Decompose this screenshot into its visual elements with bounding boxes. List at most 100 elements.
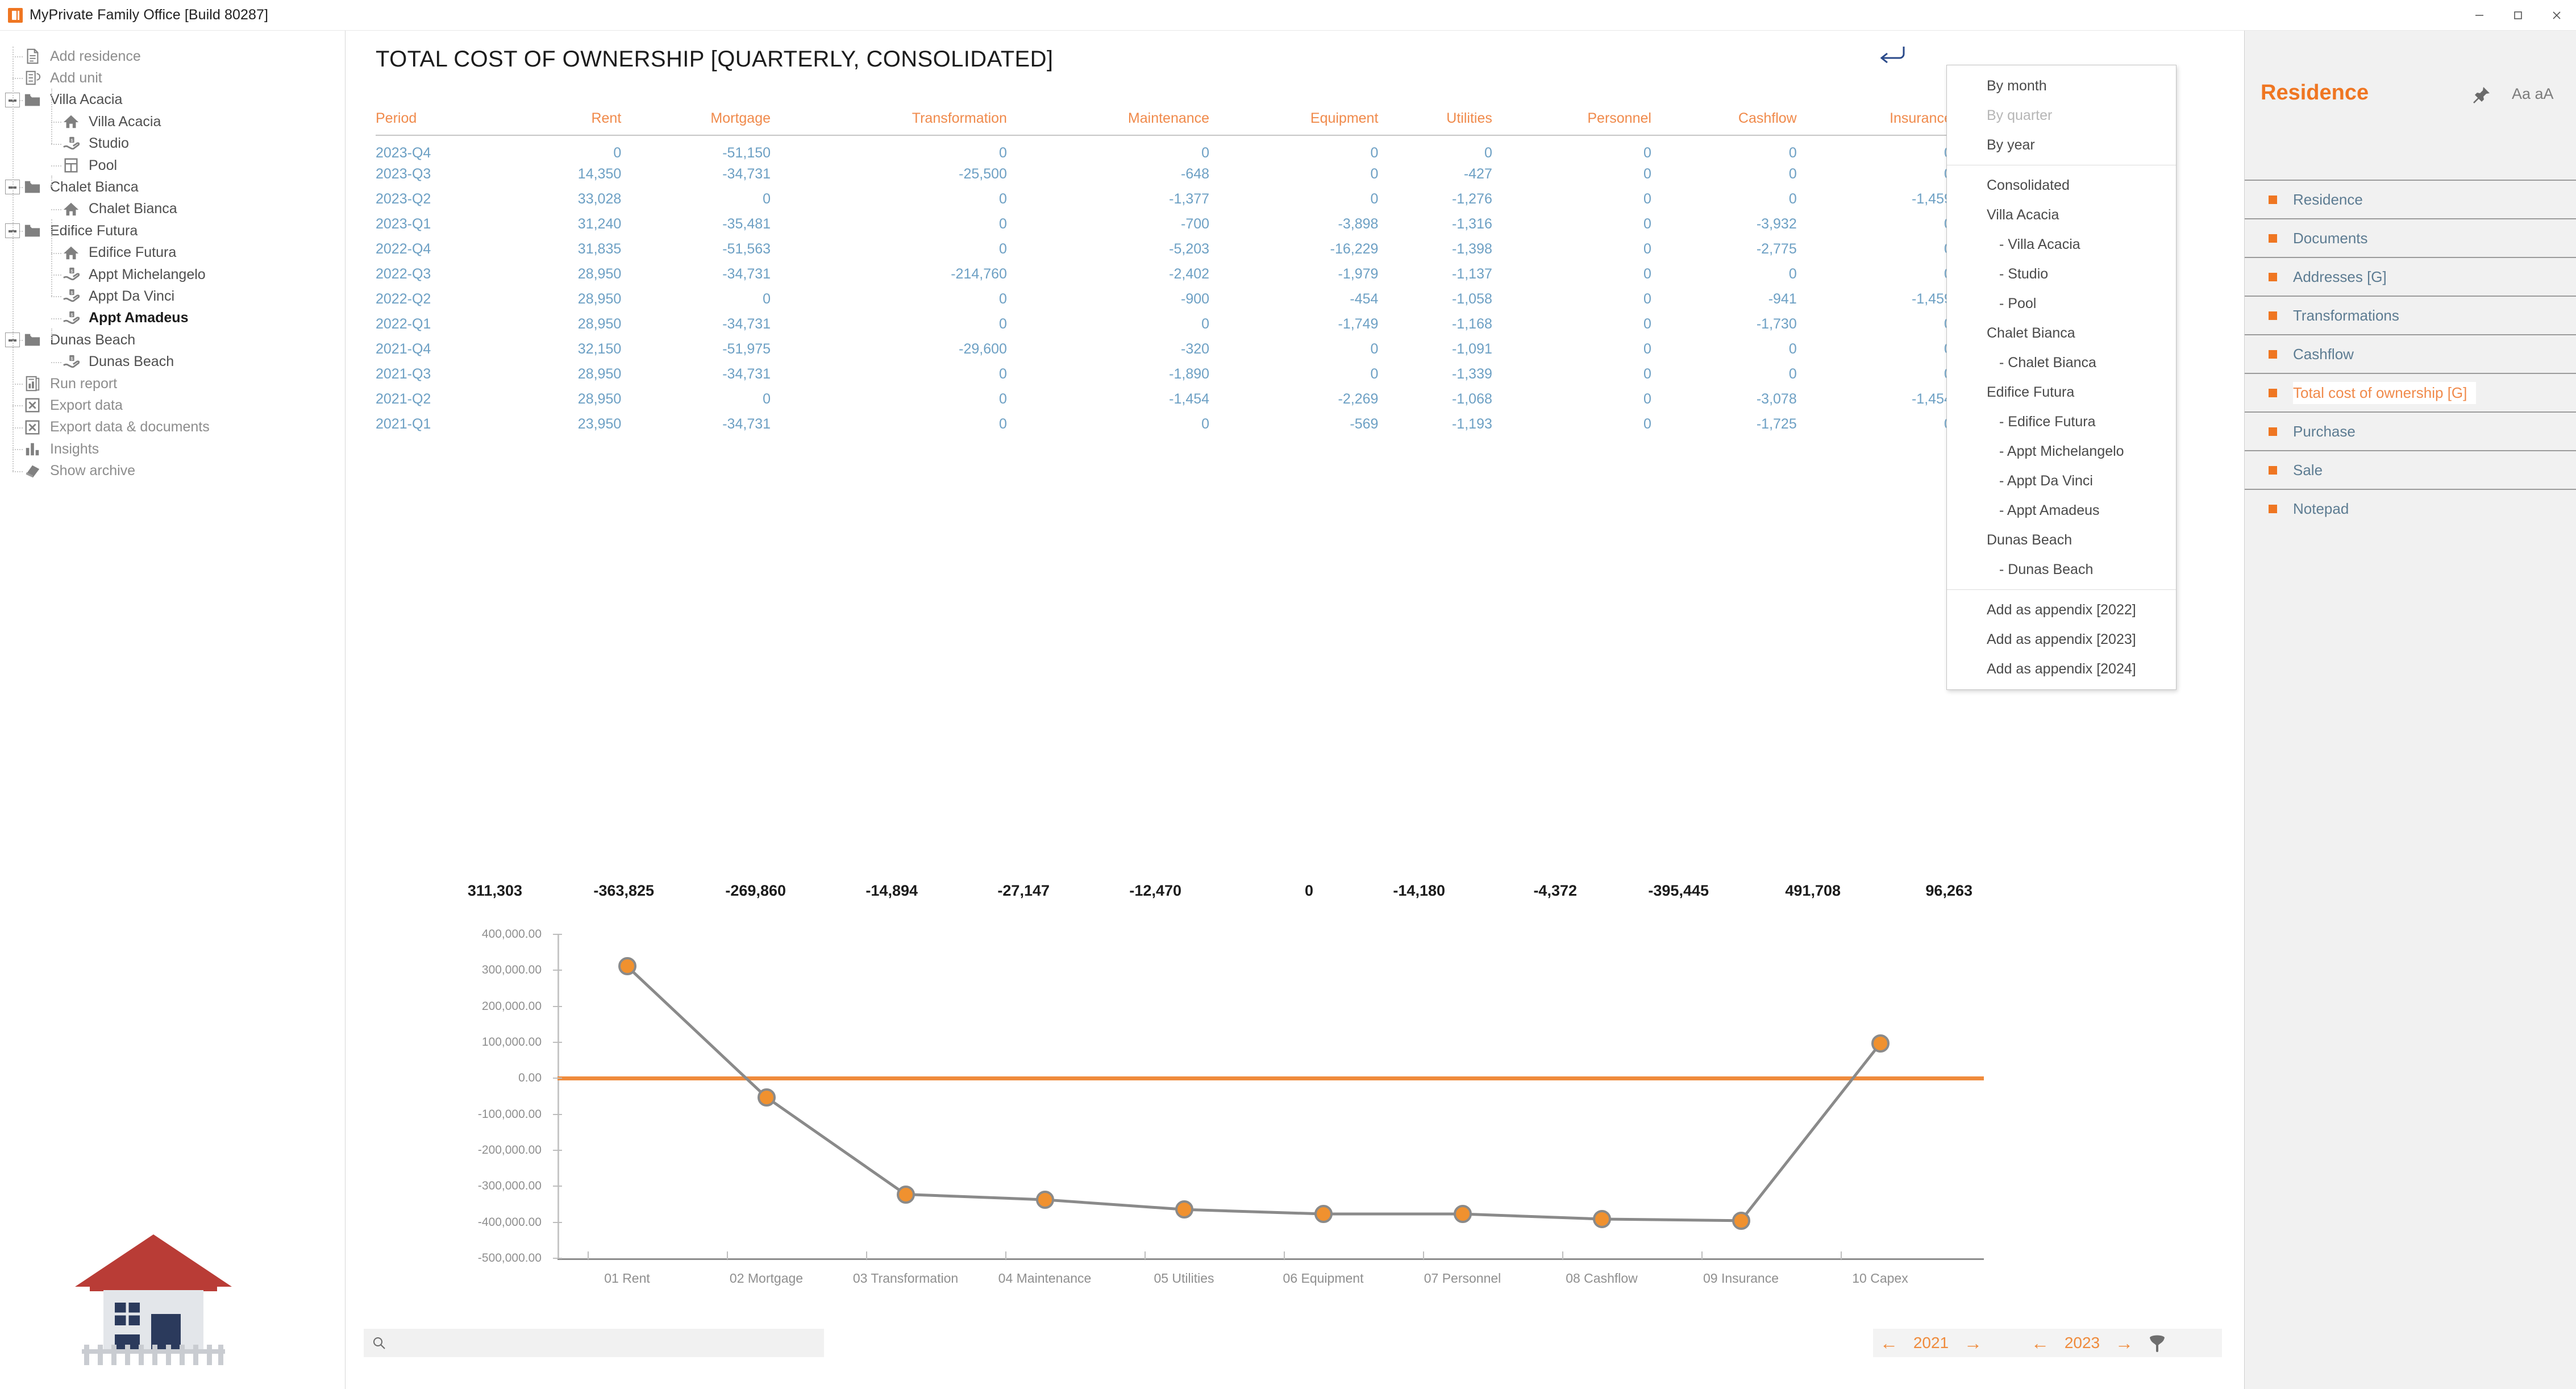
menu-item-pool[interactable]: - Pool xyxy=(1947,289,2176,318)
cell-value: -35,481 xyxy=(722,215,771,232)
minimize-icon[interactable] xyxy=(2460,0,2499,31)
column-header-equipment[interactable]: Equipment xyxy=(1209,110,1379,135)
menu-item-edifice-futura[interactable]: Edifice Futura xyxy=(1947,377,2176,407)
menu-item-by-year[interactable]: By year xyxy=(1947,130,2176,160)
tree-item-export-data[interactable]: Export data xyxy=(23,394,123,417)
search-input[interactable] xyxy=(394,1329,815,1357)
column-header-rent[interactable]: Rent xyxy=(513,110,621,135)
search-box[interactable] xyxy=(364,1329,824,1357)
menu-item-edifice-futura[interactable]: - Edifice Futura xyxy=(1947,407,2176,436)
tree-item-export-data-documents[interactable]: Export data & documents xyxy=(23,416,210,439)
chart-data-point[interactable] xyxy=(1175,1200,1193,1219)
menu-item-add-as-appendix-2022[interactable]: Add as appendix [2022] xyxy=(1947,595,2176,625)
year-from-next-button[interactable]: → xyxy=(1957,1334,1989,1352)
menu-item-dunas-beach[interactable]: - Dunas Beach xyxy=(1947,555,2176,584)
right-panel-item-transformations[interactable]: Transformations xyxy=(2245,296,2576,334)
column-header-personnel[interactable]: Personnel xyxy=(1492,110,1651,135)
tree-item-appt-michelangelo[interactable]: $ Appt Michelangelo xyxy=(61,263,206,286)
column-header-maintenance[interactable]: Maintenance xyxy=(1007,110,1209,135)
tree-item-appt-amadeus[interactable]: $ Appt Amadeus xyxy=(61,307,188,330)
chart-data-point[interactable] xyxy=(618,957,636,976)
tree-item-villa-acacia[interactable]: Villa Acacia xyxy=(23,89,122,111)
tree-item-pool[interactable]: Pool xyxy=(61,154,117,177)
tree-item-appt-da-vinci[interactable]: $ Appt Da Vinci xyxy=(61,285,174,307)
column-header-insurance[interactable]: Insurance xyxy=(1797,110,1952,135)
year-to-value[interactable]: 2023 xyxy=(2056,1334,2108,1352)
table-row[interactable]: 2022-Q3 28,950 -34,731 -214,760 -2,402 -1,979… xyxy=(376,261,2154,286)
right-panel-item-purchase[interactable]: Purchase xyxy=(2245,411,2576,450)
menu-item-consolidated[interactable]: Consolidated xyxy=(1947,170,2176,200)
column-header-utilities[interactable]: Utilities xyxy=(1378,110,1492,135)
chart-data-point[interactable] xyxy=(757,1088,776,1107)
tree-item-insights[interactable]: Insights xyxy=(23,438,99,460)
menu-item-chalet-bianca[interactable]: Chalet Bianca xyxy=(1947,318,2176,348)
tree-item-run-report[interactable]: Run report xyxy=(23,372,117,395)
tree-item-edifice-futura[interactable]: Edifice Futura xyxy=(61,242,176,264)
column-header-mortgage[interactable]: Mortgage xyxy=(621,110,771,135)
chart-data-point[interactable] xyxy=(1871,1034,1890,1053)
year-from-value[interactable]: 2021 xyxy=(1905,1334,1957,1352)
table-row[interactable]: 2022-Q4 31,835 -51,563 0 -5,203 -16,229 -1,398… xyxy=(376,236,2154,261)
menu-item-by-month[interactable]: By month xyxy=(1947,71,2176,101)
year-from-prev-button[interactable]: ← xyxy=(1873,1334,1905,1352)
tree-item-add-unit[interactable]: Add unit xyxy=(23,66,102,89)
right-panel-item-documents[interactable]: Documents xyxy=(2245,218,2576,257)
table-row[interactable]: 2022-Q1 28,950 -34,731 0 0 -1,749 -1,168 0 -1,73… xyxy=(376,311,2154,336)
menu-item-appt-michelangelo[interactable]: - Appt Michelangelo xyxy=(1947,436,2176,466)
column-header-cashflow[interactable]: Cashflow xyxy=(1651,110,1797,135)
table-row[interactable]: 2021-Q2 28,950 0 0 -1,454 -2,269 -1,068 0 -3,078… xyxy=(376,386,2154,411)
tree-item-dunas-beach[interactable]: $ Dunas Beach xyxy=(61,351,174,373)
menu-item-dunas-beach[interactable]: Dunas Beach xyxy=(1947,525,2176,555)
tree-item-edifice-futura[interactable]: Edifice Futura xyxy=(23,219,138,242)
right-panel-item-sale[interactable]: Sale xyxy=(2245,450,2576,489)
menu-item-villa-acacia[interactable]: - Villa Acacia xyxy=(1947,230,2176,259)
table-row[interactable]: 2021-Q328,950-34,7310-1,8900-1,339000-9,… xyxy=(376,361,2154,386)
tree-item-dunas-beach[interactable]: Dunas Beach xyxy=(23,328,135,351)
cell-value: 0 xyxy=(1643,290,1651,307)
tree-item-villa-acacia[interactable]: Villa Acacia xyxy=(61,110,161,133)
menu-item-appt-da-vinci[interactable]: - Appt Da Vinci xyxy=(1947,466,2176,496)
table-row[interactable]: 2022-Q2 28,950 0 0 -900 -454 -1,058 0 -941 -1,459… xyxy=(376,286,2154,311)
right-panel-item-cashflow[interactable]: Cashflow xyxy=(2245,334,2576,373)
table-row[interactable]: 2023-Q1 31,240 -35,481 0 -700 -3,898 -1,316 0 -3… xyxy=(376,211,2154,236)
funnel-icon[interactable] xyxy=(2140,1334,2174,1352)
view-options-dropdown[interactable]: By month By quarter By year Consolidated Vil… xyxy=(1946,65,2177,690)
chart-data-point[interactable] xyxy=(1314,1205,1333,1224)
x-tick xyxy=(1005,1251,1006,1259)
table-row[interactable]: 2023-Q233,02800-1,3770-1,27600-1,45928,9… xyxy=(376,186,2154,211)
tree-item-show-archive[interactable]: Show archive xyxy=(23,460,135,483)
font-size-toggle[interactable]: Aa aA xyxy=(2512,85,2554,103)
chart-data-point[interactable] xyxy=(1453,1205,1472,1224)
y-tick xyxy=(553,1221,562,1223)
chart-data-point[interactable] xyxy=(1592,1210,1611,1228)
year-to-prev-button[interactable]: ← xyxy=(2024,1334,2056,1352)
maximize-icon[interactable] xyxy=(2499,0,2537,31)
menu-item-appt-amadeus[interactable]: - Appt Amadeus xyxy=(1947,496,2176,525)
close-icon[interactable] xyxy=(2537,0,2576,31)
table-row[interactable]: 2021-Q4 32,150 -51,975 -29,600 -320 0 -1,091 0 0… xyxy=(376,336,2154,361)
menu-item-add-as-appendix-2024[interactable]: Add as appendix [2024] xyxy=(1947,654,2176,684)
menu-item-villa-acacia[interactable]: Villa Acacia xyxy=(1947,200,2176,230)
tree-item-chalet-bianca[interactable]: Chalet Bianca xyxy=(61,198,177,221)
table-row[interactable]: 2021-Q123,950-34,73100-569-1,1930-1,7250… xyxy=(376,411,2154,436)
right-panel-item-total-cost-of-ownership-g[interactable]: Total cost of ownership [G] xyxy=(2245,373,2576,411)
table-row[interactable]: 2023-Q314,350-34,731-25,500-6480-427000-… xyxy=(376,161,2154,186)
year-to-next-button[interactable]: → xyxy=(2108,1334,2140,1352)
chart-data-point[interactable] xyxy=(896,1185,915,1204)
chart-data-point[interactable] xyxy=(1035,1190,1054,1209)
table-row[interactable]: 2023-Q40-51,1500000000-51,150 xyxy=(376,135,2154,161)
right-panel-item-notepad[interactable]: Notepad xyxy=(2245,489,2576,527)
return-arrow-icon[interactable] xyxy=(1880,43,1908,66)
tree-item-chalet-bianca[interactable]: Chalet Bianca xyxy=(23,176,139,198)
column-header-period[interactable]: Period xyxy=(376,110,513,135)
tree-item-add-residence[interactable]: Add residence xyxy=(23,45,141,68)
menu-item-add-as-appendix-2023[interactable]: Add as appendix [2023] xyxy=(1947,625,2176,654)
tree-item-studio[interactable]: $ Studio xyxy=(61,132,129,155)
pin-icon[interactable] xyxy=(2472,85,2491,105)
right-panel-item-addresses-g[interactable]: Addresses [G] xyxy=(2245,257,2576,296)
right-panel-item-residence[interactable]: Residence xyxy=(2245,180,2576,218)
column-header-transformation[interactable]: Transformation xyxy=(771,110,1007,135)
menu-item-chalet-bianca[interactable]: - Chalet Bianca xyxy=(1947,348,2176,377)
menu-item-studio[interactable]: - Studio xyxy=(1947,259,2176,289)
chart-data-point[interactable] xyxy=(1732,1211,1750,1230)
